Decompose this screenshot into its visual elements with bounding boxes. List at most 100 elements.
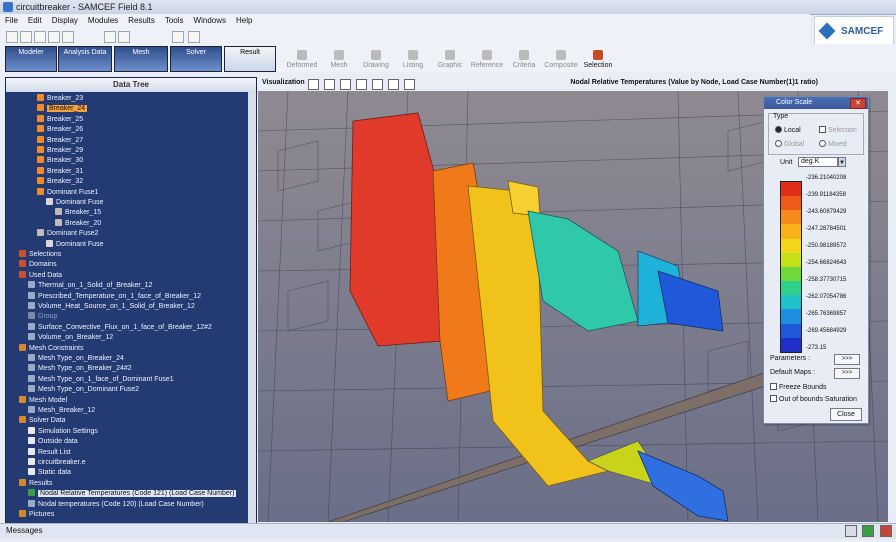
tree-item[interactable]: Outside data xyxy=(28,437,78,445)
view-camera-icon[interactable] xyxy=(404,79,415,90)
open-file-icon[interactable] xyxy=(20,31,32,43)
module-modeler[interactable]: Modeler xyxy=(5,46,57,72)
unit-select[interactable]: deg.K xyxy=(798,157,838,167)
tool-listing[interactable]: Listing xyxy=(395,50,431,74)
tree-item[interactable]: Static data xyxy=(28,468,71,476)
tree-item[interactable]: Mesh Type_on_1_face_of_Dominant Fuse1 xyxy=(28,374,174,383)
tree-item[interactable]: Selections xyxy=(19,250,61,258)
tree-item[interactable]: Nodal temperatures (Code 120) (Load Case… xyxy=(28,499,204,508)
tool-reference[interactable]: Reference xyxy=(469,50,505,74)
radio-local[interactable]: Local xyxy=(775,126,801,134)
menu-bar: File Edit Display Modules Results Tools Window… xyxy=(0,14,810,28)
menu-modules[interactable]: Modules xyxy=(83,14,123,27)
menu-file[interactable]: File xyxy=(0,14,23,27)
tools-icon[interactable] xyxy=(172,31,184,43)
tree-item[interactable]: Breaker_25 xyxy=(37,114,83,123)
tool-mesh[interactable]: Mesh xyxy=(321,50,357,74)
tree-item[interactable]: Thermal_on_1_Solid_of_Breaker_12 xyxy=(28,281,152,289)
color-tick-label: -258.37730715 xyxy=(806,277,847,283)
tree-item[interactable]: Result List xyxy=(28,447,71,456)
tree-item[interactable]: Simulation Settings xyxy=(28,426,98,435)
tree-item[interactable]: Mesh Constraints xyxy=(19,343,83,352)
tool-selection[interactable]: Selection xyxy=(580,50,616,74)
menu-help[interactable]: Help xyxy=(231,14,257,27)
tree-item[interactable]: Dominant Fuse1 xyxy=(37,187,98,196)
tree-item[interactable]: Breaker_20 xyxy=(55,218,101,227)
tree-item[interactable]: Nodal Relative Temperatures (Code 121) (… xyxy=(28,489,237,498)
menu-edit[interactable]: Edit xyxy=(23,14,47,27)
menu-windows[interactable]: Windows xyxy=(189,14,231,27)
save-as-icon[interactable] xyxy=(48,31,60,43)
checkbox-selection[interactable]: Selection xyxy=(819,126,857,134)
visualization-tab[interactable]: Visualization xyxy=(262,79,305,86)
tree-item[interactable]: Dominant Fuse2 xyxy=(37,229,98,237)
module-solver[interactable]: Solver xyxy=(170,46,222,72)
tree-item[interactable]: Volume_on_Breaker_12 xyxy=(28,333,113,341)
tree-item[interactable]: Used Data xyxy=(19,270,62,279)
tree-item[interactable]: Mesh Type_on_Breaker_24#2 xyxy=(28,364,132,372)
tree-item[interactable]: Breaker_31 xyxy=(37,166,83,175)
tree-item[interactable]: Mesh Type_on_Dominant Fuse2 xyxy=(28,385,139,393)
select-icon[interactable] xyxy=(188,31,200,43)
tree-item[interactable]: Prescribed_Temperature_on_1_face_of_Brea… xyxy=(28,291,201,300)
tree-item[interactable]: Mesh_Breaker_12 xyxy=(28,406,95,414)
dropdown-icon[interactable] xyxy=(844,525,857,537)
paste-icon[interactable] xyxy=(118,31,130,43)
freeze-bounds-checkbox[interactable]: Freeze Bounds xyxy=(770,383,826,391)
radio-global[interactable]: Global xyxy=(775,140,804,148)
close-icon[interactable]: ✕ xyxy=(850,98,866,109)
tree-item[interactable]: Breaker_27 xyxy=(37,135,83,144)
tree-item[interactable]: Dominant Fuse xyxy=(46,198,103,206)
tree-item[interactable]: Breaker_15 xyxy=(55,208,101,216)
tree-item[interactable]: Volume_Heat_Source_on_1_Solid_of_Breaker… xyxy=(28,302,195,310)
tool-drawing[interactable]: Drawing xyxy=(358,50,394,74)
tool-graphic[interactable]: Graphic xyxy=(432,50,468,74)
status-bar: Messages xyxy=(0,523,896,539)
tree-item[interactable]: Results xyxy=(19,478,52,487)
copy-icon[interactable] xyxy=(104,31,116,43)
composite-icon xyxy=(556,50,566,60)
tree-item[interactable]: Breaker_32 xyxy=(37,177,83,185)
out-of-bounds-checkbox[interactable]: Out of bounds Saturation xyxy=(770,395,857,403)
module-mesh[interactable]: Mesh xyxy=(114,46,168,72)
tree-item[interactable]: Breaker_26 xyxy=(37,125,83,133)
module-result[interactable]: Result xyxy=(224,46,276,72)
view-fit-icon[interactable] xyxy=(308,79,319,90)
save-icon[interactable] xyxy=(34,31,46,43)
messages-label[interactable]: Messages xyxy=(6,526,42,535)
parameters-button[interactable]: >>> xyxy=(834,354,860,365)
default-maps-button[interactable]: >>> xyxy=(834,368,860,379)
undo-icon[interactable] xyxy=(62,31,74,43)
new-file-icon[interactable] xyxy=(6,31,18,43)
tree-item[interactable]: Mesh Type_on_Breaker_24 xyxy=(28,354,124,362)
tree-item[interactable]: Breaker_29 xyxy=(37,146,83,154)
tree-item[interactable]: Breaker_30 xyxy=(37,156,83,164)
view-zoom-icon[interactable] xyxy=(324,79,335,90)
tree-node-icon xyxy=(28,426,35,434)
tree-item[interactable]: Group xyxy=(28,312,57,320)
tree-item[interactable]: Breaker_24 xyxy=(37,104,88,113)
view-orient-icon[interactable] xyxy=(388,79,399,90)
tree-item[interactable]: Solver Data xyxy=(19,416,66,424)
view-axis-icon[interactable] xyxy=(356,79,367,90)
menu-tools[interactable]: Tools xyxy=(160,14,189,27)
tree-item[interactable]: Breaker_23 xyxy=(37,94,83,102)
close-button[interactable]: Close xyxy=(830,408,862,421)
view-pan-icon[interactable] xyxy=(372,79,383,90)
tree-item[interactable]: Domains xyxy=(19,260,57,268)
tree-item[interactable]: Surface_Convective_Flux_on_1_face_of_Bre… xyxy=(28,322,212,331)
module-analysis-data[interactable]: Analysis Data xyxy=(58,46,112,72)
tool-criteria[interactable]: Criteria xyxy=(506,50,542,74)
tree-item[interactable]: Mesh Model xyxy=(19,395,67,404)
tool-deformed[interactable]: Deformed xyxy=(284,50,320,74)
chevron-down-icon[interactable]: ▼ xyxy=(838,157,846,167)
view-rotate-icon[interactable] xyxy=(340,79,351,90)
menu-results[interactable]: Results xyxy=(123,14,160,27)
tree-item[interactable]: circuitbreaker.e xyxy=(28,458,85,466)
radio-mixed[interactable]: Mixed xyxy=(819,140,847,148)
tree-item[interactable]: Pictures xyxy=(19,510,54,518)
tree-scrollbar[interactable] xyxy=(248,92,256,523)
tool-composite[interactable]: Composite xyxy=(543,50,579,74)
tree-item[interactable]: Dominant Fuse xyxy=(46,239,103,248)
menu-display[interactable]: Display xyxy=(47,14,83,27)
